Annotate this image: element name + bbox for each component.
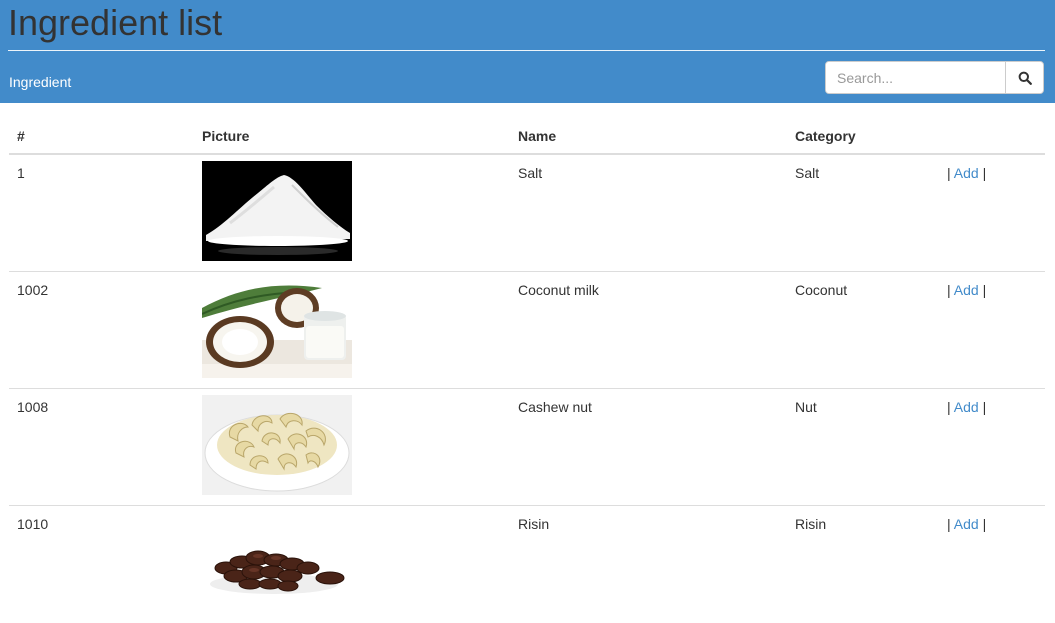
search-button[interactable]	[1005, 62, 1043, 93]
coconut-milk-image	[202, 278, 352, 378]
add-link[interactable]: Add	[954, 399, 979, 415]
cell-category: Nut	[787, 388, 939, 506]
search-group	[825, 61, 1044, 94]
cell-id: 1008	[9, 388, 194, 506]
salt-image	[202, 161, 352, 261]
cell-name: Risin	[510, 505, 787, 622]
page-title: Ingredient list	[8, 2, 223, 43]
cell-id: 1	[17, 165, 25, 181]
column-header-picture: Picture	[194, 119, 510, 155]
cell-actions: | Add |	[939, 154, 1045, 272]
table-row: 1008 Cashew nut Nut | Add |	[9, 388, 1045, 506]
table-row: 1010 Risin Risin | Add |	[9, 505, 1045, 622]
cell-name: Coconut milk	[510, 271, 787, 389]
cashew-nut-image	[202, 395, 352, 495]
cell-name: Salt	[518, 165, 543, 181]
action-separator: |	[947, 165, 951, 181]
cell-picture	[194, 154, 510, 272]
column-header-name: Name	[510, 119, 787, 155]
cell-picture	[194, 505, 510, 622]
cell-actions: | Add |	[939, 505, 1045, 622]
column-header-id: #	[9, 119, 194, 155]
action-separator: |	[982, 516, 987, 532]
action-separator: |	[947, 399, 951, 415]
table-row: 1 Salt Salt | Add |	[9, 154, 1045, 272]
ingredient-table: # Picture Name Category 1 Salt Salt | Ad…	[9, 119, 1045, 622]
table-row: 1002 Coconut milk Coconut | Add |	[9, 271, 1045, 389]
cell-category: Salt	[795, 165, 820, 181]
action-separator: |	[982, 165, 987, 181]
add-link[interactable]: Add	[954, 165, 979, 181]
action-separator: |	[982, 399, 987, 415]
action-separator: |	[947, 516, 951, 532]
column-header-actions	[939, 119, 1045, 155]
cell-category: Risin	[787, 505, 939, 622]
cell-id: 1002	[9, 271, 194, 389]
add-link[interactable]: Add	[954, 516, 979, 532]
cell-actions: | Add |	[939, 388, 1045, 506]
action-separator: |	[982, 282, 987, 298]
cell-category: Coconut	[787, 271, 939, 389]
add-link[interactable]: Add	[954, 282, 979, 298]
cell-picture	[194, 388, 510, 506]
raisin-image	[202, 512, 352, 612]
header-divider	[8, 50, 1045, 51]
search-icon	[1018, 71, 1032, 85]
page-header: Ingredient list Ingredient	[0, 0, 1055, 103]
action-separator: |	[947, 282, 951, 298]
cell-actions: | Add |	[939, 271, 1045, 389]
cell-name: Cashew nut	[510, 388, 787, 506]
search-input[interactable]	[826, 62, 1005, 93]
table-header-row: # Picture Name Category	[9, 119, 1045, 155]
cell-id: 1010	[9, 505, 194, 622]
section-label: Ingredient	[9, 74, 72, 90]
cell-picture	[194, 271, 510, 389]
column-header-category: Category	[787, 119, 939, 155]
